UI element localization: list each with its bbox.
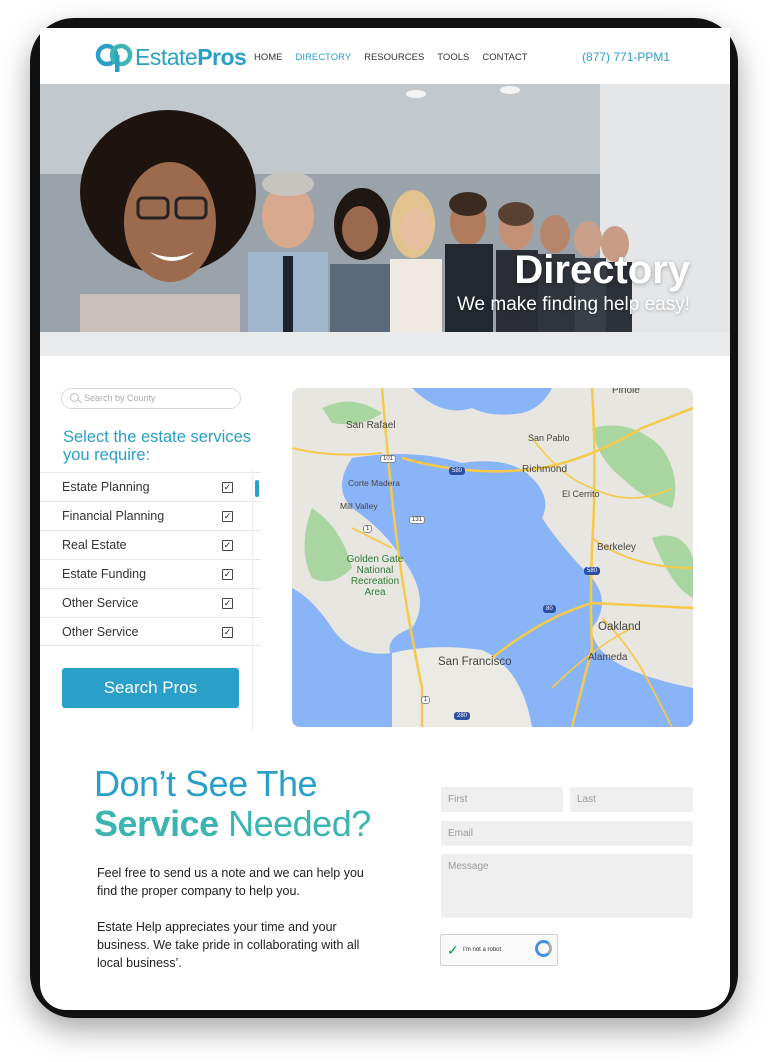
first-name-field[interactable]: First — [441, 787, 563, 812]
service-label: Estate Planning — [62, 480, 150, 494]
map-label-pinole: Pinole — [612, 388, 640, 396]
search-pros-button[interactable]: Search Pros — [62, 668, 239, 708]
captcha-label: I'm not a robot — [463, 947, 502, 953]
map-label-san-pablo: San Pablo — [528, 433, 570, 443]
service-label: Other Service — [62, 625, 139, 639]
highway-shield: 1 — [363, 525, 373, 533]
highway-shield: 580 — [449, 467, 466, 475]
phone-number[interactable]: (877) 771-PPM1 — [582, 50, 670, 64]
nav-contact[interactable]: CONTACT — [482, 52, 527, 63]
hero-title: Directory — [514, 248, 690, 292]
search-placeholder: Search by County — [84, 393, 156, 403]
map-label-corte-madera: Corte Madera — [348, 478, 400, 488]
map-label-alameda: Alameda — [588, 652, 628, 663]
recaptcha-widget[interactable]: ✓ I'm not a robot — [440, 934, 558, 966]
site-header: EstatePros HOME DIRECTORY RESOURCES TOOL… — [40, 28, 730, 84]
service-item-estate-planning[interactable]: Estate Planning ✓ — [40, 472, 261, 501]
highway-shield: 101 — [380, 455, 397, 463]
map-label-san-rafael: San Rafael — [346, 420, 396, 431]
service-item-financial-planning[interactable]: Financial Planning ✓ — [40, 501, 261, 530]
search-icon — [70, 393, 79, 402]
service-label: Financial Planning — [62, 509, 165, 523]
page: EstatePros HOME DIRECTORY RESOURCES TOOL… — [40, 28, 730, 1010]
logo-text: EstatePros — [135, 43, 247, 70]
map-label-mill-valley: Mill Valley — [340, 501, 378, 511]
nav-tools[interactable]: TOOLS — [437, 52, 469, 63]
map-label-oakland: Oakland — [598, 621, 641, 633]
contact-paragraph-1: Feel free to send us a note and we can h… — [97, 866, 364, 898]
service-checkbox[interactable]: ✓ — [222, 598, 233, 609]
logo-icon — [95, 43, 133, 72]
service-label: Real Estate — [62, 538, 127, 552]
service-item-real-estate[interactable]: Real Estate ✓ — [40, 530, 261, 559]
service-checkbox[interactable]: ✓ — [222, 627, 233, 638]
highway-shield: 280 — [454, 712, 471, 720]
map-label-san-francisco: San Francisco — [438, 656, 512, 668]
nav-home[interactable]: HOME — [254, 52, 283, 63]
highway-shield: 80 — [543, 605, 556, 613]
service-label: Estate Funding — [62, 567, 147, 581]
contact-paragraph-2: Estate Help appreciates your time and yo… — [97, 920, 360, 970]
recaptcha-icon — [535, 940, 552, 957]
map-label-el-cerrito: El Cerrito — [562, 489, 600, 499]
map[interactable]: Pinole San Rafael San Pablo Richmond Cor… — [292, 388, 693, 727]
services-list: Estate Planning ✓ Financial Planning ✓ R… — [40, 472, 261, 646]
highway-shield: 580 — [584, 567, 601, 575]
message-field[interactable]: Message — [441, 854, 693, 918]
service-checkbox[interactable]: ✓ — [222, 511, 233, 522]
nav-directory[interactable]: DIRECTORY — [296, 52, 352, 63]
checkmark-icon[interactable]: ✓ — [447, 942, 459, 959]
contact-heading-line1: Don’t See The — [94, 763, 317, 804]
service-checkbox[interactable]: ✓ — [222, 540, 233, 551]
service-label: Other Service — [62, 596, 139, 610]
last-name-field[interactable]: Last — [570, 787, 693, 812]
main-nav: HOME DIRECTORY RESOURCES TOOLS CONTACT — [254, 52, 528, 63]
highway-shield: 1 — [421, 696, 431, 704]
logo[interactable]: EstatePros — [95, 40, 247, 74]
map-label-berkeley: Berkeley — [597, 542, 636, 553]
list-scrollbar[interactable] — [255, 480, 259, 497]
nav-resources[interactable]: RESOURCES — [364, 52, 424, 63]
service-checkbox[interactable]: ✓ — [222, 482, 233, 493]
contact-heading-line2: Service Needed? — [94, 803, 371, 844]
service-item-estate-funding[interactable]: Estate Funding ✓ — [40, 559, 261, 588]
map-label-richmond: Richmond — [522, 464, 568, 475]
email-field[interactable]: Email — [441, 821, 693, 846]
hero-subtitle: We make finding help easy! — [456, 294, 690, 315]
highway-shield: 131 — [409, 516, 426, 524]
service-item-other-2[interactable]: Other Service ✓ — [40, 617, 261, 646]
map-label-golden-gate: Golden Gate National Recreation Area — [346, 554, 404, 598]
services-heading: Select the estate services you require: — [63, 428, 252, 464]
hero-banner: Directory We make finding help easy! — [40, 84, 730, 356]
service-item-other-1[interactable]: Other Service ✓ — [40, 588, 261, 617]
service-checkbox[interactable]: ✓ — [222, 569, 233, 580]
county-search-input[interactable]: Search by County — [61, 388, 241, 409]
list-divider — [252, 470, 253, 730]
